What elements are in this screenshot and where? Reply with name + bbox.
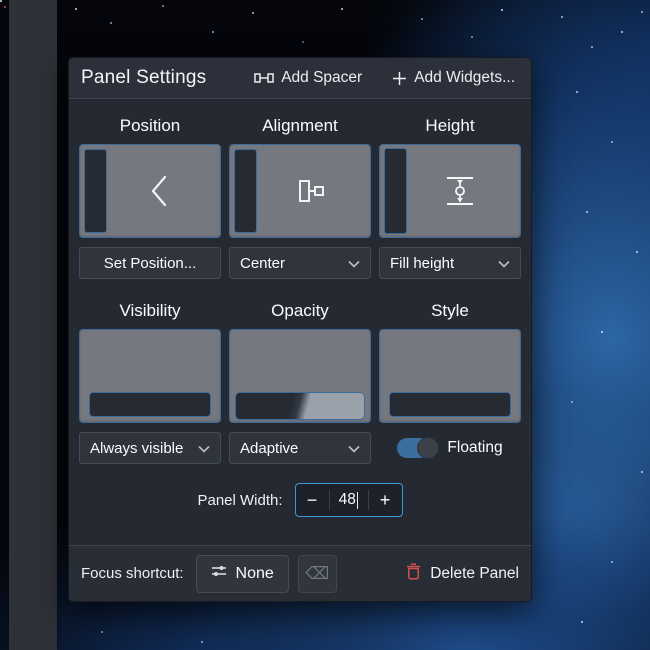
delete-panel-label: Delete Panel bbox=[430, 565, 519, 583]
height-value: Fill height bbox=[390, 255, 454, 272]
panel-width-spinbox[interactable]: − 48 + bbox=[295, 483, 403, 517]
add-widgets-label: Add Widgets... bbox=[414, 69, 515, 87]
visibility-value: Always visible bbox=[90, 440, 183, 457]
star-field bbox=[0, 0, 2, 2]
visibility-dropdown[interactable]: Always visible bbox=[79, 432, 221, 464]
opacity-value: Adaptive bbox=[240, 440, 298, 457]
panel-width-label: Panel Width: bbox=[197, 492, 282, 509]
set-position-label: Set Position... bbox=[104, 255, 197, 272]
floating-label: Floating bbox=[447, 439, 502, 457]
floating-toggle[interactable] bbox=[397, 437, 439, 459]
resize-height-icon bbox=[400, 145, 520, 237]
vertical-panel[interactable] bbox=[9, 0, 57, 650]
height-section-label: Height bbox=[379, 109, 521, 144]
decrement-button[interactable]: − bbox=[296, 484, 329, 516]
add-widgets-button[interactable]: Add Widgets... bbox=[388, 65, 519, 91]
panel-width-value: 48 bbox=[339, 491, 356, 509]
dialog-body: Position Alignment Height bbox=[69, 99, 531, 545]
style-section-label: Style bbox=[379, 294, 521, 329]
opacity-preview[interactable] bbox=[229, 329, 371, 423]
set-position-button[interactable]: Set Position... bbox=[79, 247, 221, 279]
plus-icon bbox=[392, 71, 407, 86]
alignment-dropdown[interactable]: Center bbox=[229, 247, 371, 279]
visibility-section-label: Visibility bbox=[79, 294, 221, 329]
backspace-icon: ⌫ bbox=[305, 564, 329, 584]
opacity-dropdown[interactable]: Adaptive bbox=[229, 432, 371, 464]
height-preview[interactable] bbox=[379, 144, 521, 238]
clear-shortcut-button[interactable]: ⌫ bbox=[298, 555, 337, 593]
focus-shortcut-label: Focus shortcut: bbox=[81, 565, 184, 582]
chevron-down-icon bbox=[348, 440, 360, 457]
dialog-header: Panel Settings Add Spacer Add Widgets... bbox=[69, 58, 531, 99]
visibility-panel-thumb bbox=[89, 392, 211, 417]
visibility-preview[interactable] bbox=[79, 329, 221, 423]
chevron-left-icon bbox=[100, 145, 220, 237]
alignment-value: Center bbox=[240, 255, 285, 272]
chevron-down-icon bbox=[348, 255, 360, 272]
increment-button[interactable]: + bbox=[369, 484, 402, 516]
add-spacer-button[interactable]: Add Spacer bbox=[250, 65, 366, 91]
panel-settings-dialog: Panel Settings Add Spacer Add Widgets... bbox=[68, 57, 532, 602]
dialog-footer: Focus shortcut: None ⌫ bbox=[69, 545, 531, 601]
position-section-label: Position bbox=[79, 109, 221, 144]
add-spacer-label: Add Spacer bbox=[281, 69, 362, 87]
height-dropdown[interactable]: Fill height bbox=[379, 247, 521, 279]
style-panel-thumb bbox=[389, 392, 511, 417]
style-preview[interactable] bbox=[379, 329, 521, 423]
align-widgets-icon bbox=[250, 145, 370, 237]
chevron-down-icon bbox=[198, 440, 210, 457]
alignment-section-label: Alignment bbox=[229, 109, 371, 144]
panel-width-value-field[interactable]: 48 bbox=[330, 491, 368, 509]
shortcut-button[interactable]: None bbox=[196, 555, 289, 593]
alignment-preview[interactable] bbox=[229, 144, 371, 238]
configure-shortcut-icon bbox=[211, 564, 227, 583]
opacity-panel-thumb bbox=[235, 392, 365, 420]
text-cursor bbox=[357, 492, 359, 509]
trash-icon bbox=[406, 563, 421, 585]
shortcut-value: None bbox=[236, 565, 274, 583]
position-preview[interactable] bbox=[79, 144, 221, 238]
toggle-knob bbox=[417, 437, 439, 459]
delete-panel-button[interactable]: Delete Panel bbox=[406, 563, 519, 585]
spacer-icon bbox=[254, 71, 274, 85]
chevron-down-icon bbox=[498, 255, 510, 272]
opacity-section-label: Opacity bbox=[229, 294, 371, 329]
dialog-title: Panel Settings bbox=[81, 67, 206, 89]
